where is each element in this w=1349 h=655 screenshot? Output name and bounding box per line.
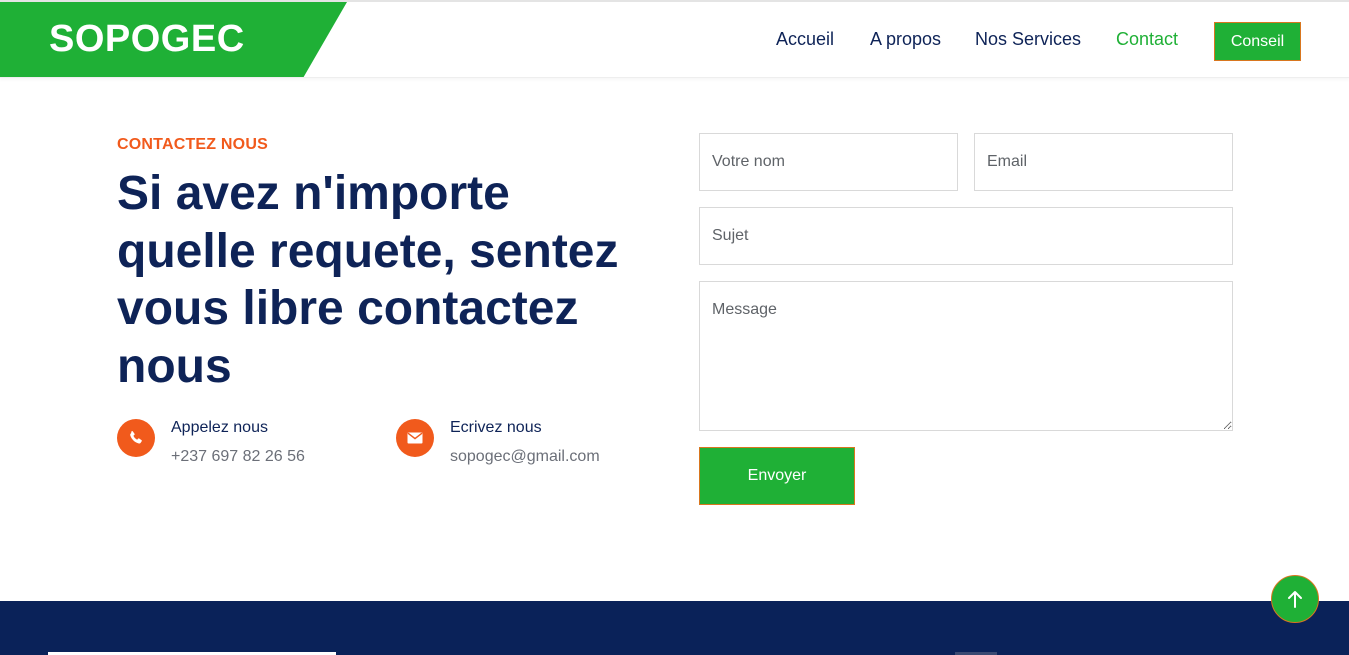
email-title: Ecrivez nous: [450, 419, 542, 436]
name-input[interactable]: [699, 133, 958, 191]
email-address[interactable]: sopogec@gmail.com: [450, 448, 600, 466]
site-footer: [0, 601, 1349, 655]
nav-link-contact[interactable]: Contact: [1116, 29, 1178, 50]
section-headline: Si avez n'importe quelle requete, sentez…: [117, 167, 619, 393]
nav-link-a-propos[interactable]: A propos: [870, 29, 941, 50]
arrow-up-icon: [1288, 591, 1302, 608]
section-eyebrow: CONTACTEZ NOUS: [117, 136, 268, 153]
phone-info: Appelez nous +237 697 82 26 56: [117, 418, 357, 474]
subject-input[interactable]: [699, 207, 1233, 265]
phone-icon: [117, 419, 155, 457]
site-logo[interactable]: SOPOGEC: [49, 18, 245, 61]
email-info: Ecrivez nous sopogec@gmail.com: [396, 418, 636, 474]
nav-link-accueil[interactable]: Accueil: [776, 29, 834, 50]
phone-title: Appelez nous: [171, 419, 268, 436]
site-header: SOPOGEC Accueil A propos Nos Services Co…: [0, 0, 1349, 78]
send-button[interactable]: Envoyer: [699, 447, 855, 505]
envelope-icon: [396, 419, 434, 457]
back-to-top-button[interactable]: [1271, 575, 1319, 623]
nav-link-nos-services[interactable]: Nos Services: [975, 29, 1081, 50]
message-textarea[interactable]: [699, 281, 1233, 431]
logo-banner[interactable]: SOPOGEC: [0, 2, 347, 77]
email-input[interactable]: [974, 133, 1233, 191]
phone-number[interactable]: +237 697 82 26 56: [171, 448, 305, 466]
conseil-button[interactable]: Conseil: [1214, 22, 1301, 61]
